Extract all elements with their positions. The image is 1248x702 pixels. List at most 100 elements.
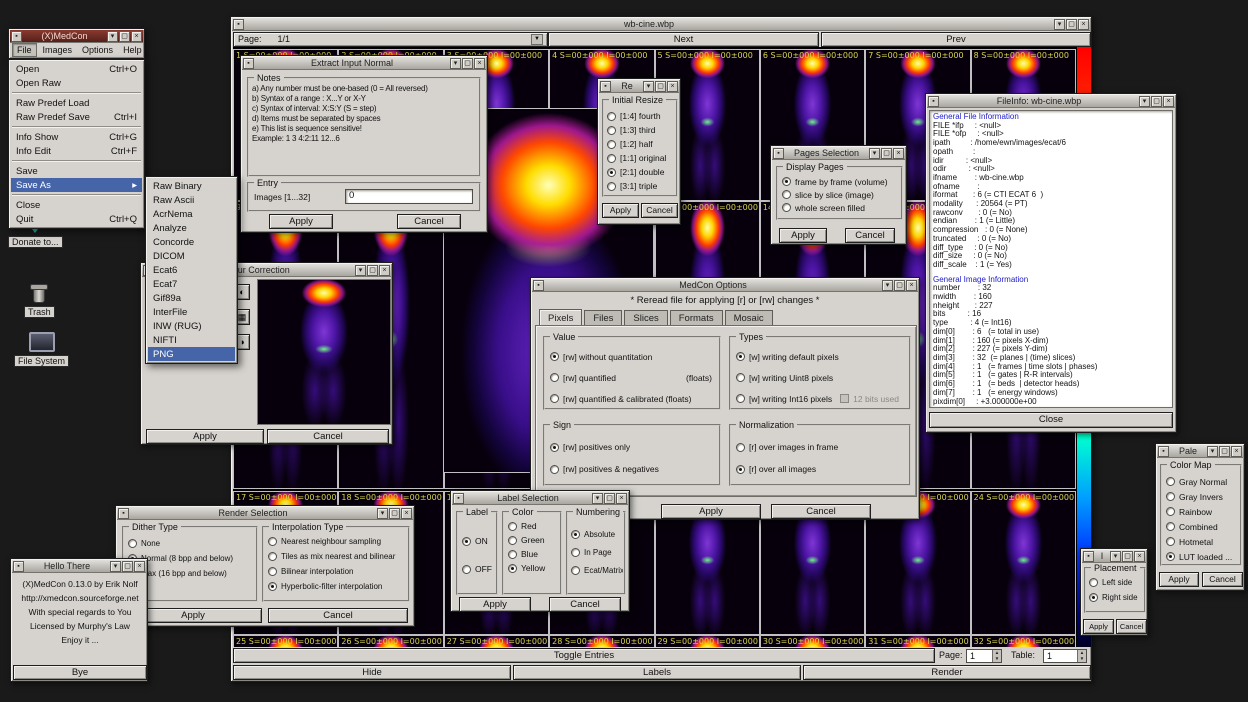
menu-item-info-edit[interactable]: Info EditCtrl+F	[11, 144, 142, 158]
maximize-icon[interactable]: ▢	[367, 265, 378, 276]
radio-option-yellow[interactable]: Yellow	[508, 561, 558, 575]
shade-icon[interactable]: ▾	[643, 81, 654, 92]
apply-button[interactable]: Apply	[602, 203, 639, 218]
radio-option-w-writing-default-pixels[interactable]: [w] writing default pixels	[736, 346, 905, 367]
spin-down-icon[interactable]: ▼	[1078, 656, 1086, 662]
radio-option-none[interactable]: None	[128, 536, 254, 551]
render-titlebar[interactable]: ▪Render Selection▾▢×	[117, 507, 413, 520]
checkbox[interactable]	[840, 394, 849, 403]
render-button[interactable]: Render	[803, 665, 1091, 680]
cancel-button[interactable]: Cancel	[845, 228, 895, 243]
menu-item-analyze[interactable]: Analyze	[148, 221, 235, 235]
close-icon[interactable]: ×	[667, 81, 678, 92]
desktop-icon-trash[interactable]: Trash	[24, 284, 55, 318]
maximize-icon[interactable]: ▢	[1219, 446, 1230, 457]
menu-item-open-raw[interactable]: Open Raw	[11, 76, 142, 90]
close-button[interactable]: Close	[929, 412, 1173, 428]
radio-option-green[interactable]: Green	[508, 533, 558, 547]
radio-option-1-4-fourth[interactable]: [1:4] fourth	[607, 109, 674, 123]
shade-icon[interactable]: ▾	[1207, 446, 1218, 457]
radio-option-gray-invers[interactable]: Gray Invers	[1166, 489, 1238, 504]
radio-option-red[interactable]: Red	[508, 519, 558, 533]
close-icon[interactable]: ×	[379, 265, 390, 276]
apply-button[interactable]: Apply	[779, 228, 827, 243]
radio-option-3-1-triple[interactable]: [3:1] triple	[607, 179, 674, 193]
radio-option-whole-screen-filled[interactable]: whole screen filled	[782, 201, 899, 214]
medcon-titlebar[interactable]: ▪(X)MedCon▾▢×	[10, 30, 143, 43]
radio-option-1-2-half[interactable]: [1:2] half	[607, 137, 674, 151]
pages-titlebar[interactable]: ▪Pages Selection▾▢×	[772, 147, 905, 160]
close-icon[interactable]: ×	[401, 508, 412, 519]
placement-titlebar[interactable]: ▪I▾▢×	[1082, 550, 1146, 563]
menu-item-close[interactable]: Close	[11, 198, 142, 212]
close-icon[interactable]: ×	[906, 280, 917, 291]
maximize-icon[interactable]: ▢	[1122, 551, 1133, 562]
cancel-button[interactable]: Cancel	[268, 608, 408, 623]
hello-titlebar[interactable]: ▪Hello There▾▢×	[12, 560, 146, 573]
images-input[interactable]: 0	[345, 189, 473, 204]
window-menu-icon[interactable]: ▪	[11, 31, 22, 42]
tab-files[interactable]: Files	[584, 310, 622, 325]
window-menu-icon[interactable]: ▪	[243, 58, 254, 69]
page-spinner[interactable]: 1 ▲▼	[966, 649, 1002, 663]
close-icon[interactable]: ×	[1078, 19, 1089, 30]
menu-help[interactable]: Help	[119, 44, 146, 56]
shade-icon[interactable]: ▾	[377, 508, 388, 519]
radio-option-rw-quantified[interactable]: [rw] quantified(floats)	[550, 367, 715, 388]
radio-option-rw-positives-negatives[interactable]: [rw] positives & negatives	[550, 458, 715, 480]
menu-item-save-as[interactable]: Save As▸	[11, 178, 142, 192]
options-titlebar[interactable]: ▪MedCon Options▾▢×	[532, 279, 918, 292]
maximize-icon[interactable]: ▢	[1066, 19, 1077, 30]
apply-button[interactable]: Apply	[459, 597, 531, 612]
toggle-entries-button[interactable]: Toggle Entries	[233, 648, 935, 663]
close-icon[interactable]: ×	[1163, 96, 1174, 107]
shade-icon[interactable]: ▾	[1139, 96, 1150, 107]
viewer-titlebar[interactable]: ▪wb-cine.wbp▾▢×	[232, 18, 1090, 31]
maximize-icon[interactable]: ▢	[655, 81, 666, 92]
desktop-icon-filesystem[interactable]: File System	[14, 332, 69, 367]
menu-item-ecat7[interactable]: Ecat7	[148, 277, 235, 291]
radio-option-w-writing-uint8-pixels[interactable]: [w] writing Uint8 pixels	[736, 367, 905, 388]
apply-button[interactable]: Apply	[661, 504, 761, 519]
combo-arrow-icon[interactable]: ▼	[531, 34, 543, 45]
radio-option-left-side[interactable]: Left side	[1089, 575, 1143, 590]
image-cell-27[interactable]: 27 S=00±000 I=00±000	[444, 635, 549, 647]
maximize-icon[interactable]: ▢	[894, 280, 905, 291]
menu-file[interactable]: File	[12, 43, 37, 57]
prev-button[interactable]: Prev	[821, 32, 1091, 47]
shade-icon[interactable]: ▾	[592, 493, 603, 504]
radio-option-1-3-third[interactable]: [1:3] third	[607, 123, 674, 137]
menu-item-png[interactable]: PNG	[148, 347, 235, 361]
cancel-button[interactable]: Cancel	[397, 214, 461, 229]
page-combo[interactable]: Page: 1/1 ▼	[233, 32, 548, 47]
spin-down-icon[interactable]: ▼	[993, 656, 1001, 662]
radio-option-frame-by-frame-volume[interactable]: frame by frame (volume)	[782, 175, 899, 188]
window-menu-icon[interactable]: ▪	[773, 148, 784, 159]
maximize-icon[interactable]: ▢	[389, 508, 400, 519]
maximize-icon[interactable]: ▢	[119, 31, 130, 42]
window-menu-icon[interactable]: ▪	[533, 280, 544, 291]
labels-button[interactable]: Labels	[513, 665, 801, 680]
palette-titlebar[interactable]: ▪Pale▾▢×	[1157, 445, 1243, 458]
menu-item-inw-rug[interactable]: INW (RUG)	[148, 319, 235, 333]
menu-images[interactable]: Images	[39, 44, 77, 56]
radio-option-rw-positives-only[interactable]: [rw] positives only	[550, 436, 715, 458]
menu-item-interfile[interactable]: InterFile	[148, 305, 235, 319]
cancel-button[interactable]: Cancel	[641, 203, 678, 218]
close-icon[interactable]: ×	[131, 31, 142, 42]
radio-option-lut-loaded[interactable]: LUT loaded ...	[1166, 549, 1238, 564]
menu-item-raw-binary[interactable]: Raw Binary	[148, 179, 235, 193]
radio-option-2-1-double[interactable]: [2:1] double	[607, 165, 674, 179]
radio-option-1-1-original[interactable]: [1:1] original	[607, 151, 674, 165]
window-menu-icon[interactable]: ▪	[600, 81, 611, 92]
maximize-icon[interactable]: ▢	[1151, 96, 1162, 107]
radio-option-absolute[interactable]: Absolute	[571, 525, 623, 543]
radio-option-nearest-neighbour-sampling[interactable]: Nearest neighbour sampling	[268, 534, 406, 549]
menu-item-info-show[interactable]: Info ShowCtrl+G	[11, 130, 142, 144]
menu-item-concorde[interactable]: Concorde	[148, 235, 235, 249]
menu-item-save[interactable]: Save	[11, 164, 142, 178]
tab-formats[interactable]: Formats	[670, 310, 723, 325]
menu-item-acrnema[interactable]: AcrNema	[148, 207, 235, 221]
menu-item-raw-predef-save[interactable]: Raw Predef SaveCtrl+I	[11, 110, 142, 124]
radio-option-off[interactable]: OFF	[462, 555, 494, 583]
